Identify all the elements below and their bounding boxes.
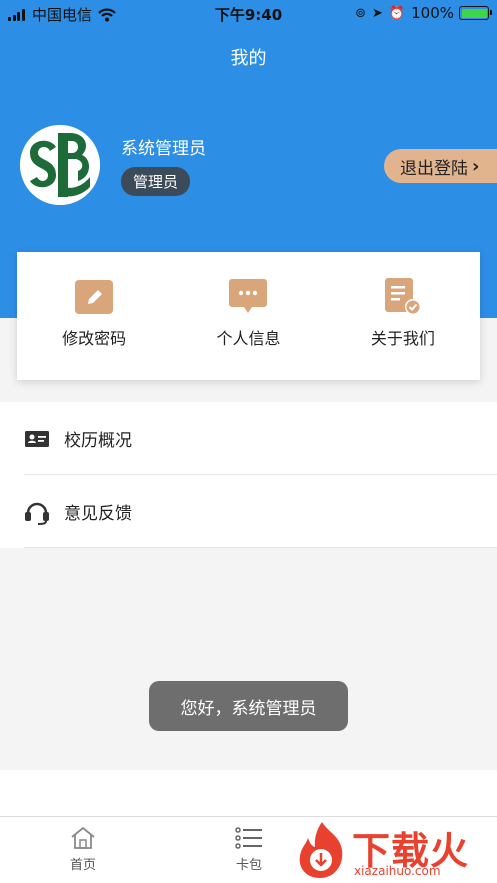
username: 系统管理员 — [121, 139, 206, 159]
profile-section: 系统管理员 管理员 — [20, 125, 206, 205]
location-icon: ➤ — [372, 5, 383, 21]
toast-message: 您好，系统管理员 — [149, 681, 348, 731]
logout-button[interactable]: 退出登陆 › — [384, 149, 497, 183]
list-item-feedback[interactable]: 意见反馈 — [0, 475, 497, 548]
battery-percent: 100% — [411, 4, 454, 22]
role-badge: 管理员 — [121, 167, 191, 196]
about-us-label: 关于我们 — [370, 329, 435, 348]
about-us-button[interactable]: 关于我们 — [326, 252, 480, 380]
chevron-right-icon: › — [472, 155, 480, 177]
id-card-icon — [25, 430, 49, 447]
list-item-school-calendar[interactable]: 校历概况 — [0, 402, 497, 475]
change-password-button[interactable]: 修改密码 — [17, 252, 171, 380]
personal-info-label: 个人信息 — [216, 329, 281, 348]
list-icon — [235, 827, 262, 849]
avatar — [20, 125, 100, 205]
battery-icon — [459, 6, 492, 20]
tab-home[interactable]: 首页 — [0, 817, 166, 883]
logout-label: 退出登陆 — [400, 158, 468, 179]
feedback-label: 意见反馈 — [64, 504, 132, 524]
headset-icon — [25, 502, 49, 525]
watermark-site: xiazaihuo.com — [354, 864, 441, 878]
tab-card-wallet-label: 卡包 — [235, 858, 262, 873]
home-icon — [71, 826, 95, 849]
document-check-icon — [384, 278, 421, 315]
school-logo-icon — [20, 125, 100, 205]
page-title: 我的 — [230, 48, 267, 69]
school-calendar-label: 校历概况 — [64, 431, 132, 451]
change-password-label: 修改密码 — [62, 329, 127, 348]
tab-home-label: 首页 — [69, 858, 96, 873]
menu-list: 校历概况 意见反馈 — [0, 402, 497, 548]
flame-logo-icon — [299, 822, 343, 878]
status-bar: 中国电信 下午9:40 ⊚ ➤ ⏰ 100% — [0, 0, 497, 28]
chat-bubble-icon — [229, 279, 268, 313]
watermark: 下载火 xiazaihuo.com — [290, 816, 497, 883]
personal-info-button[interactable]: 个人信息 — [171, 252, 325, 380]
rotation-lock-icon: ⊚ — [355, 5, 367, 21]
alarm-icon: ⏰ — [388, 5, 406, 21]
content-bottom-strip — [0, 770, 497, 816]
quick-actions-card: 修改密码 个人信息 关于我们 — [17, 252, 480, 380]
pencil-icon — [75, 280, 114, 314]
